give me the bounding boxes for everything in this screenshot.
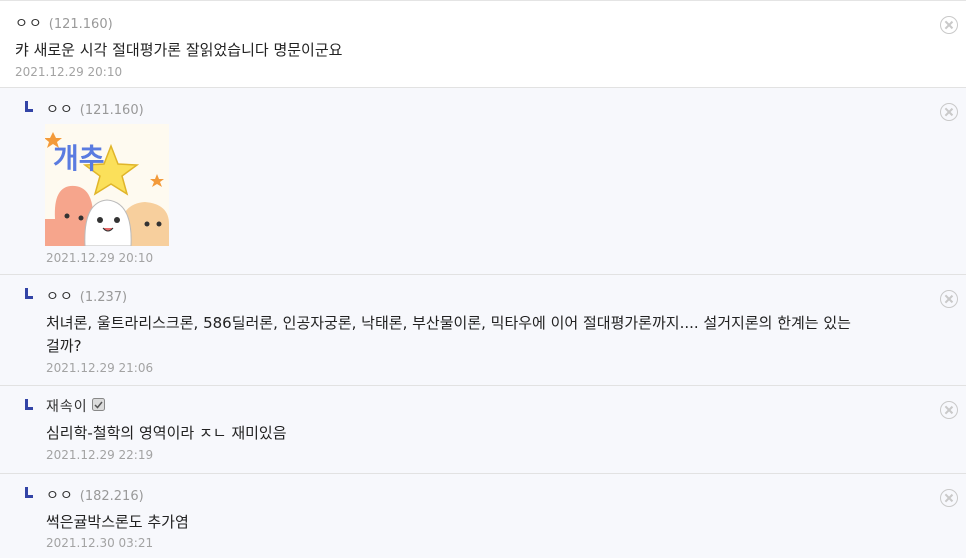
comment-ip: (1.237): [79, 290, 128, 305]
reply-arrow-icon: [25, 288, 33, 299]
comment-date: 2021.12.29 20:10: [46, 251, 154, 265]
delete-icon[interactable]: [940, 489, 958, 507]
comment-text: 썩은귤박스론도 추가염: [46, 513, 189, 531]
comment-text: 캬 새로운 시각 절대평가론 잘읽었습니다 명문이군요: [15, 41, 343, 59]
comment-date: 2021.12.29 21:06: [46, 361, 154, 375]
dccon-text: 개추: [53, 142, 105, 175]
reply-item: ㅇㅇ (1.237) 처녀론, 울트라리스크론, 586딜러론, 인공자궁론, …: [0, 275, 966, 386]
comment-nickname[interactable]: ㅇㅇ: [46, 286, 74, 306]
comment-date: 2021.12.29 22:19: [46, 448, 154, 462]
delete-icon[interactable]: [940, 401, 958, 419]
comment-ip: (121.160): [79, 103, 144, 118]
comment-text: 걸까?: [46, 337, 82, 355]
comment-header: ㅇㅇ (182.216): [46, 485, 144, 505]
delete-icon[interactable]: [940, 290, 958, 308]
reply-arrow-icon: [25, 101, 33, 112]
comment-header: ㅇㅇ (121.160): [15, 13, 113, 33]
delete-icon[interactable]: [940, 16, 958, 34]
comment-nickname[interactable]: 재속이: [46, 396, 88, 416]
comment-text: 심리학-철학의 영역이라 ㅈㄴ 재미있음: [46, 424, 287, 442]
comment-list: ㅇㅇ (121.160) 캬 새로운 시각 절대평가론 잘읽었습니다 명문이군요…: [0, 0, 966, 559]
comment-text: 처녀론, 울트라리스크론, 586딜러론, 인공자궁론, 낙태론, 부산물이론,…: [46, 314, 851, 332]
dccon-image[interactable]: 개추: [45, 124, 169, 246]
reply-item: 재속이 심리학-철학의 영역이라 ㅈㄴ 재미있음 2021.12.29 22:1…: [0, 386, 966, 474]
comment-header: ㅇㅇ (1.237): [46, 286, 127, 306]
reply-item: ㅇㅇ (121.160) 개추 2021.12.29 20:10: [0, 88, 966, 275]
comment-nickname[interactable]: ㅇㅇ: [15, 13, 43, 33]
comment-nickname[interactable]: ㅇㅇ: [46, 485, 74, 505]
member-badge-icon: [91, 396, 105, 411]
comment-ip: (182.216): [79, 489, 144, 504]
dccon-sticker-icon: 개추: [45, 124, 169, 246]
comment-nickname[interactable]: ㅇㅇ: [46, 99, 74, 119]
comment-date: 2021.12.30 03:21: [46, 536, 154, 550]
reply-item: ㅇㅇ (182.216) 썩은귤박스론도 추가염 2021.12.30 03:2…: [0, 474, 966, 558]
comment-header: ㅇㅇ (121.160): [46, 99, 144, 119]
delete-icon[interactable]: [940, 103, 958, 121]
comment-ip: (121.160): [48, 17, 113, 32]
reply-arrow-icon: [25, 399, 33, 410]
comment-item: ㅇㅇ (121.160) 캬 새로운 시각 절대평가론 잘읽었습니다 명문이군요…: [0, 1, 966, 88]
reply-arrow-icon: [25, 487, 33, 498]
comment-header: 재속이: [46, 396, 105, 416]
comment-date: 2021.12.29 20:10: [15, 65, 123, 79]
